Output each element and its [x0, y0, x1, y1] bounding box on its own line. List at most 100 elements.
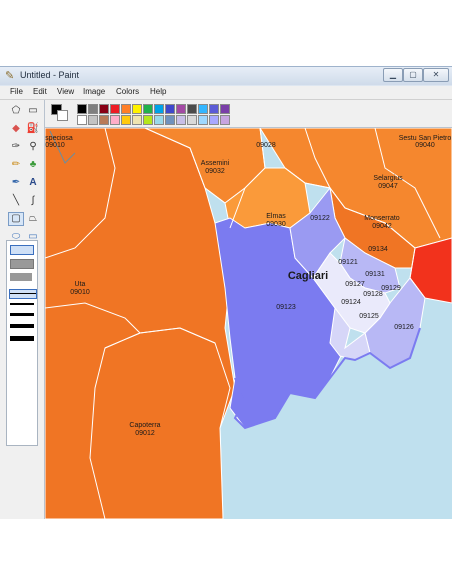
label-assemini-code: 09032 — [205, 168, 225, 175]
line-width-3[interactable] — [10, 313, 34, 316]
fill-style-outline[interactable] — [10, 245, 34, 255]
palette-swatch[interactable] — [132, 104, 142, 114]
label-sestu-name: Sestu San Pietro — [399, 135, 452, 142]
palette-swatch[interactable] — [154, 115, 164, 125]
label-09028: 09028 — [256, 142, 276, 149]
palette-swatch[interactable] — [176, 115, 186, 125]
palette-swatch[interactable] — [165, 115, 175, 125]
label-elmas-name: Elmas — [266, 213, 286, 220]
palette-swatch[interactable] — [88, 104, 98, 114]
palette-swatch[interactable] — [198, 104, 208, 114]
palette-swatch[interactable] — [121, 104, 131, 114]
palette-swatch[interactable] — [99, 115, 109, 125]
background-color[interactable] — [57, 110, 68, 121]
map-image: speciosa 09010 09028 Sestu San Pietro 09… — [45, 128, 452, 519]
eraser-icon[interactable]: ◆ — [8, 122, 24, 136]
palette-swatch[interactable] — [110, 104, 120, 114]
palette-swatch[interactable] — [209, 115, 219, 125]
free-select-icon[interactable]: ⬠ — [8, 104, 24, 118]
label-09134: 09134 — [368, 246, 388, 253]
palette-swatch[interactable] — [88, 115, 98, 125]
paint-app-icon[interactable]: ✎ — [5, 70, 17, 82]
line-icon[interactable]: ╲ — [8, 194, 24, 208]
palette-swatch[interactable] — [187, 115, 197, 125]
magnifier-icon[interactable]: ⚲ — [25, 140, 41, 154]
label-sestu-code: 09040 — [415, 142, 435, 149]
label-09125: 09125 — [359, 313, 379, 320]
label-uta-code: 09010 — [70, 289, 90, 296]
fill-style-filled-outline[interactable] — [10, 259, 34, 269]
line-width-4[interactable] — [10, 324, 34, 328]
label-capoterra-name: Capoterra — [129, 422, 160, 429]
brush-icon[interactable]: ♣ — [25, 158, 41, 172]
polygon-icon[interactable]: ⏢ — [25, 212, 41, 226]
menu-colors[interactable]: Colors — [116, 87, 139, 96]
label-monserrato-name: Monserrato — [364, 215, 400, 222]
palette-swatch[interactable] — [143, 115, 153, 125]
fill-style-filled[interactable] — [10, 273, 32, 281]
label-cagliari: Cagliari — [288, 270, 328, 282]
line-width-5[interactable] — [10, 336, 34, 341]
tool-options-panel — [6, 240, 38, 446]
label-09127: 09127 — [345, 281, 365, 288]
palette-swatch[interactable] — [77, 115, 87, 125]
menu-help[interactable]: Help — [150, 87, 166, 96]
label-uta-name: Uta — [75, 281, 86, 288]
curve-icon[interactable]: ∫ — [25, 194, 41, 208]
drawing-canvas[interactable]: speciosa 09010 09028 Sestu San Pietro 09… — [45, 128, 452, 519]
palette-swatch[interactable] — [198, 115, 208, 125]
title-bar: ✎ Untitled - Paint ▁ ▢ ✕ — [0, 67, 452, 85]
palette-swatch[interactable] — [110, 115, 120, 125]
palette-swatch[interactable] — [176, 104, 186, 114]
label-09131: 09131 — [365, 271, 385, 278]
menu-image[interactable]: Image — [83, 87, 105, 96]
label-09129: 09129 — [381, 285, 401, 292]
rectangle-icon[interactable]: ▢ — [8, 212, 24, 226]
fill-bucket-icon[interactable]: ⛽ — [25, 122, 41, 136]
label-09123: 09123 — [276, 304, 296, 311]
palette-swatch[interactable] — [99, 104, 109, 114]
palette-swatch[interactable] — [220, 104, 230, 114]
color-picker-icon[interactable]: ✑ — [8, 140, 24, 154]
line-width-2[interactable] — [10, 303, 34, 305]
label-speciosa-name: speciosa — [45, 135, 73, 142]
maximize-icon[interactable]: ▢ — [403, 68, 423, 82]
text-icon[interactable]: A — [25, 176, 41, 190]
label-selargius-name: Selargius — [373, 175, 403, 182]
palette-swatch[interactable] — [220, 115, 230, 125]
line-width-1[interactable] — [9, 289, 37, 299]
rect-select-icon[interactable]: ▭ — [25, 104, 41, 118]
palette-swatch[interactable] — [132, 115, 142, 125]
menu-file[interactable]: File — [10, 87, 23, 96]
palette-swatch[interactable] — [154, 104, 164, 114]
menu-view[interactable]: View — [57, 87, 74, 96]
minimize-icon[interactable]: ▁ — [383, 68, 403, 82]
palette-swatch[interactable] — [165, 104, 175, 114]
color-palette — [45, 100, 452, 128]
label-assemini-name: Assemini — [201, 160, 230, 167]
label-selargius-code: 09047 — [378, 183, 398, 190]
toolbox: ⬠ ▭ ◆ ⛽ ✑ ⚲ ✏ ♣ ✒ A ╲ ∫ ▢ ⏢ ⬭ ▭ — [0, 100, 45, 519]
palette-swatch[interactable] — [143, 104, 153, 114]
label-09122: 09122 — [310, 215, 330, 222]
paint-window: ✎ Untitled - Paint ▁ ▢ ✕ File Edit View … — [0, 66, 452, 519]
menu-edit[interactable]: Edit — [33, 87, 47, 96]
pencil-icon[interactable]: ✏ — [8, 158, 24, 172]
window-title: Untitled - Paint — [20, 70, 80, 80]
palette-swatch[interactable] — [187, 104, 197, 114]
current-colors[interactable] — [51, 104, 69, 122]
close-icon[interactable]: ✕ — [423, 68, 449, 82]
palette-swatch[interactable] — [209, 104, 219, 114]
label-09121: 09121 — [338, 259, 358, 266]
label-speciosa-code: 09010 — [45, 142, 65, 149]
label-monserrato-code: 09042 — [372, 223, 392, 230]
palette-swatch[interactable] — [121, 115, 131, 125]
label-09128: 09128 — [363, 291, 383, 298]
label-elmas-code: 09030 — [266, 221, 286, 228]
label-09124: 09124 — [341, 299, 361, 306]
label-capoterra-code: 09012 — [135, 430, 155, 437]
menu-bar: File Edit View Image Colors Help — [0, 86, 452, 100]
label-09126: 09126 — [394, 324, 414, 331]
palette-swatch[interactable] — [77, 104, 87, 114]
airbrush-icon[interactable]: ✒ — [8, 176, 24, 190]
